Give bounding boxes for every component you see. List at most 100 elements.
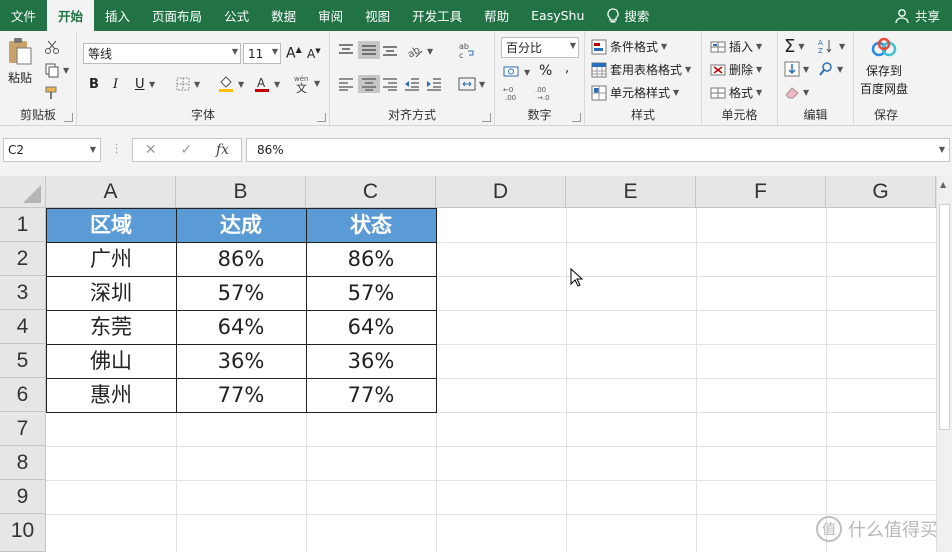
formula-input[interactable]: 86% ▼ (246, 138, 950, 162)
row-header-6[interactable]: 6 (0, 378, 46, 412)
share-button[interactable]: 共享 (894, 6, 952, 25)
tab-insert[interactable]: 插入 (94, 0, 141, 31)
align-bottom-button[interactable] (382, 43, 398, 57)
scroll-up-icon[interactable]: ▲ (940, 180, 946, 189)
name-box[interactable]: C2 ▼ (3, 138, 101, 162)
row-header-5[interactable]: 5 (0, 344, 46, 378)
font-name-select[interactable]: 等线 ▼ (83, 43, 241, 64)
font-color-button[interactable]: A ▼ (253, 75, 280, 93)
select-all-button[interactable] (0, 176, 46, 208)
percent-style-button[interactable]: % (539, 63, 552, 79)
tab-home[interactable]: 开始 (47, 0, 95, 31)
dialog-launcher-icon[interactable] (572, 113, 581, 122)
paste-button[interactable]: 粘贴 (6, 37, 34, 86)
align-center-button[interactable] (358, 75, 380, 93)
align-right-button[interactable] (382, 77, 398, 91)
tab-help[interactable]: 帮助 (473, 0, 520, 31)
table-cell[interactable]: 广州 (46, 242, 176, 276)
dialog-launcher-icon[interactable] (317, 113, 326, 122)
save-to-baidu-button[interactable]: 保存到 百度网盘 (860, 37, 908, 97)
decrease-font-button[interactable]: A▼ (307, 47, 321, 61)
align-left-button[interactable] (338, 77, 354, 91)
tab-file[interactable]: 文件 (0, 0, 47, 31)
column-header-d[interactable]: D (436, 176, 566, 208)
conditional-formatting-button[interactable]: 条件格式 ▼ (591, 38, 667, 55)
table-header-region[interactable]: 区域 (46, 208, 176, 242)
insert-function-icon[interactable]: fx (216, 142, 229, 158)
column-header-f[interactable]: F (696, 176, 826, 208)
clear-button[interactable]: ▼ (784, 84, 809, 100)
orientation-button[interactable]: ab ▼ (406, 43, 433, 59)
tab-data[interactable]: 数据 (260, 0, 307, 31)
tab-view[interactable]: 视图 (354, 0, 401, 31)
align-top-button[interactable] (338, 43, 354, 57)
table-header-status[interactable]: 状态 (306, 208, 436, 242)
dialog-launcher-icon[interactable] (64, 113, 73, 122)
increase-indent-button[interactable] (426, 77, 442, 91)
table-cell[interactable]: 36% (176, 344, 306, 378)
column-header-b[interactable]: B (176, 176, 306, 208)
table-cell[interactable]: 86% (176, 242, 306, 276)
copy-button[interactable]: ▼ (44, 62, 69, 78)
autosum-button[interactable]: Σ ▼ (784, 36, 805, 57)
table-cell[interactable]: 57% (176, 276, 306, 310)
table-header-achievement[interactable]: 达成 (176, 208, 306, 242)
tab-page-layout[interactable]: 页面布局 (141, 0, 213, 31)
cut-button[interactable] (44, 39, 60, 55)
delete-cells-button[interactable]: 删除 ▼ (710, 61, 762, 78)
column-header-g[interactable]: G (826, 176, 936, 208)
table-cell[interactable]: 64% (176, 310, 306, 344)
insert-cells-button[interactable]: 插入 ▼ (710, 38, 762, 55)
italic-button[interactable]: I (113, 77, 118, 92)
enter-icon[interactable]: ✓ (180, 142, 192, 158)
row-header-9[interactable]: 9 (0, 480, 46, 514)
underline-button[interactable]: U (135, 77, 145, 92)
table-cell[interactable]: 东莞 (46, 310, 176, 344)
table-cell[interactable]: 57% (306, 276, 436, 310)
table-cell[interactable]: 77% (306, 378, 436, 412)
row-header-1[interactable]: 1 (0, 208, 46, 242)
tab-developer[interactable]: 开发工具 (401, 0, 473, 31)
fill-button[interactable]: ▼ (784, 61, 809, 77)
font-size-select[interactable]: 11 ▼ (243, 43, 281, 64)
merge-center-button[interactable]: ▼ (458, 77, 485, 91)
row-header-10[interactable]: 10 (0, 514, 46, 552)
accounting-format-button[interactable]: ▼ (503, 64, 530, 80)
tab-review[interactable]: 审阅 (307, 0, 354, 31)
increase-decimal-button[interactable]: ←0.00 (503, 85, 525, 101)
row-header-3[interactable]: 3 (0, 276, 46, 310)
underline-dropdown[interactable]: ▼ (149, 80, 155, 89)
row-header-2[interactable]: 2 (0, 242, 46, 276)
phonetic-button[interactable]: wén 文 ▼ (293, 73, 320, 93)
table-cell[interactable]: 惠州 (46, 378, 176, 412)
table-cell[interactable]: 佛山 (46, 344, 176, 378)
tell-me-search[interactable]: 搜索 (595, 0, 660, 31)
worksheet-grid[interactable]: A B C D E F G 1 2 3 4 5 6 7 8 9 10 区域 达成… (0, 176, 952, 552)
sort-filter-button[interactable]: A Z ▼ (818, 38, 845, 54)
tab-easyshu[interactable]: EasyShu (520, 0, 595, 31)
borders-button[interactable]: ▼ (175, 76, 200, 92)
row-header-4[interactable]: 4 (0, 310, 46, 344)
cell-styles-button[interactable]: 单元格样式 ▼ (591, 84, 679, 101)
table-cell[interactable]: 77% (176, 378, 306, 412)
dialog-launcher-icon[interactable] (482, 113, 491, 122)
decrease-decimal-button[interactable]: .00 →.0 (535, 85, 557, 101)
cancel-icon[interactable]: ✕ (145, 142, 157, 158)
scrollbar-thumb[interactable] (939, 204, 950, 430)
column-header-e[interactable]: E (566, 176, 696, 208)
format-cells-button[interactable]: 格式 ▼ (710, 84, 762, 101)
table-cell[interactable]: 86% (306, 242, 436, 276)
comma-style-button[interactable]: , (565, 61, 569, 76)
decrease-indent-button[interactable] (404, 77, 420, 91)
format-painter-button[interactable] (44, 85, 60, 101)
table-cell[interactable]: 深圳 (46, 276, 176, 310)
align-middle-button[interactable] (358, 41, 380, 59)
format-as-table-button[interactable]: 套用表格格式 ▼ (591, 61, 691, 78)
column-header-a[interactable]: A (46, 176, 176, 208)
bold-button[interactable]: B (89, 77, 99, 92)
row-header-8[interactable]: 8 (0, 446, 46, 480)
increase-font-button[interactable]: A▲ (286, 45, 302, 62)
find-select-button[interactable]: ▼ (818, 61, 843, 77)
wrap-text-button[interactable]: ab c (458, 41, 476, 59)
number-format-select[interactable]: 百分比 ▼ (501, 37, 579, 58)
